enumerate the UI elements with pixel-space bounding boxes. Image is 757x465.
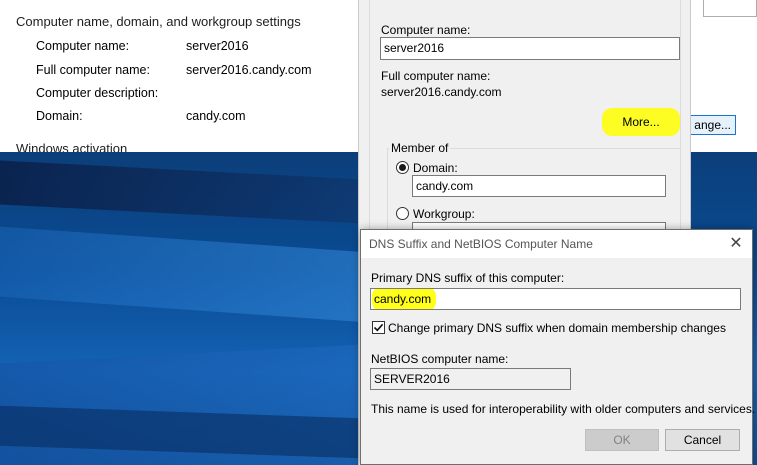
computer-name-input[interactable]: server2016 (380, 37, 680, 60)
domain-value: candy.com (186, 109, 246, 123)
full-computer-name-value: server2016.candy.com (381, 85, 502, 99)
full-computer-name-label: Full computer name: (381, 69, 491, 83)
workgroup-radio[interactable] (396, 207, 409, 220)
domain-label: Domain: (36, 109, 83, 123)
cancel-button[interactable]: Cancel (665, 429, 740, 451)
netbios-label: NetBIOS computer name: (371, 352, 509, 366)
member-of-label: Member of (389, 141, 451, 155)
full-computer-name-label: Full computer name: (36, 63, 150, 77)
primary-dns-suffix-value: candy.com (374, 292, 432, 306)
primary-dns-suffix-input[interactable]: candy.com (370, 288, 741, 310)
computer-name-value: server2016 (186, 39, 249, 53)
full-computer-name-value: server2016.candy.com (186, 63, 312, 77)
workgroup-radio-label: Workgroup: (413, 207, 475, 221)
computer-name-label: Computer name: (381, 23, 471, 37)
more-button[interactable]: More... (603, 111, 679, 133)
computer-name-label: Computer name: (36, 39, 130, 53)
netbios-name-field: SERVER2016 (370, 368, 571, 390)
section-title: Computer name, domain, and workgroup set… (16, 14, 301, 29)
info-text: This name is used for interoperability w… (371, 402, 756, 416)
checkmark-icon (373, 323, 384, 332)
domain-radio-label: Domain: (413, 161, 458, 175)
computer-description-label: Computer description: (36, 86, 159, 100)
dns-suffix-dialog: DNS Suffix and NetBIOS Computer Name ✕ P… (360, 229, 756, 465)
change-suffix-label: Change primary DNS suffix when domain me… (388, 321, 726, 335)
close-icon[interactable]: ✕ (727, 235, 745, 253)
partial-field (703, 0, 757, 17)
dialog-titlebar: DNS Suffix and NetBIOS Computer Name ✕ (361, 230, 752, 258)
ok-button[interactable]: OK (585, 429, 659, 451)
domain-input[interactable]: candy.com (412, 175, 666, 197)
primary-dns-suffix-label: Primary DNS suffix of this computer: (371, 271, 565, 285)
change-suffix-checkbox[interactable] (372, 321, 385, 334)
domain-radio[interactable] (396, 161, 409, 174)
dialog-title: DNS Suffix and NetBIOS Computer Name (369, 237, 593, 251)
